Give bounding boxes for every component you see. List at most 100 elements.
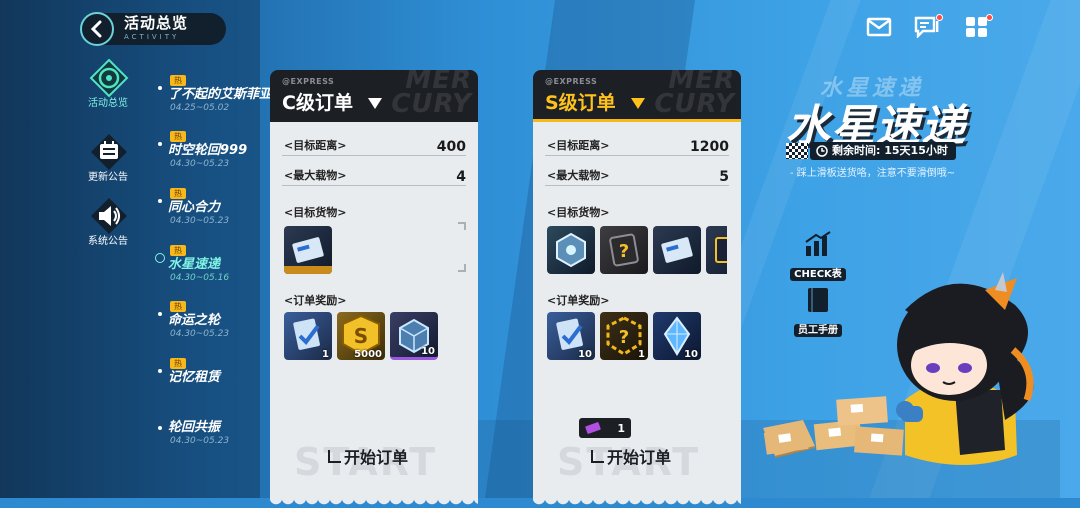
- event-name: 了不起的艾斯菲亚: [168, 87, 273, 102]
- reward-count: 1: [638, 349, 645, 360]
- start-arrow-icon: [328, 449, 341, 463]
- reward-count: 10: [684, 349, 698, 360]
- nav-update-notice[interactable]: 更新公告: [78, 132, 138, 184]
- event-date: 04.25~05.02: [170, 103, 230, 113]
- event-name: 时空轮回999: [168, 143, 248, 158]
- event-item[interactable]: 热 记忆租赁: [158, 351, 288, 386]
- svg-text:S: S: [354, 324, 368, 348]
- event-date: 04.30~05.23: [170, 436, 230, 446]
- notification-dot: [936, 14, 943, 21]
- goods-item[interactable]: [706, 226, 727, 274]
- order-card-body: <目标距离> 1200 <最大载物> 5 <目标货物> ? <订单奖励> 10 …: [533, 122, 741, 508]
- list-dot: [158, 86, 162, 90]
- distance-row: <目标距离> 1200: [545, 136, 729, 156]
- extra-reward-badge[interactable]: 1: [579, 418, 631, 438]
- order-card-c: MER CURY @EXPRESS C级订单 <目标距离> 400 <最大载物>…: [270, 70, 478, 508]
- remaining-time: 剩余时间: 15天15小时: [810, 142, 956, 160]
- event-item[interactable]: 热 了不起的艾斯菲亚 04.25~05.02: [158, 68, 288, 114]
- list-dot: [158, 312, 162, 316]
- event-date: 04.30~05.23: [170, 216, 230, 226]
- character-illustration: [763, 272, 1034, 465]
- reward-list: 1 S 5000 10: [284, 312, 438, 360]
- order-card-header[interactable]: MER CURY @EXPRESS S级订单: [533, 70, 741, 122]
- hot-badge: 热: [170, 358, 186, 369]
- event-item[interactable]: 热 同心合力 04.30~05.23: [158, 181, 288, 227]
- express-label: @EXPRESS: [282, 77, 335, 86]
- list-dot: [158, 142, 162, 146]
- hot-badge: 热: [170, 245, 186, 256]
- svg-text:?: ?: [619, 241, 629, 262]
- reward-item[interactable]: 10: [547, 312, 595, 360]
- reward-count: 5000: [354, 349, 382, 360]
- order-card-s: MER CURY @EXPRESS S级订单 <目标距离> 1200 <最大载物…: [533, 70, 741, 508]
- chat-button[interactable]: [914, 14, 943, 39]
- goods-scroll[interactable]: ?: [547, 226, 727, 276]
- start-order-label: 开始订单: [344, 448, 409, 467]
- mail-button[interactable]: [866, 16, 892, 38]
- event-date: 04.30~05.23: [170, 159, 230, 169]
- nav-label: 更新公告: [88, 172, 128, 183]
- distance-value: 1200: [690, 139, 729, 155]
- card-watermark: MER CURY: [391, 70, 472, 119]
- start-order-label: 开始订单: [607, 448, 672, 467]
- order-card-header[interactable]: MER CURY @EXPRESS C级订单: [270, 70, 478, 122]
- reward-item[interactable]: 10: [390, 312, 438, 360]
- event-item-active[interactable]: 热 水星速递 04.30~05.16: [155, 238, 288, 284]
- reward-list: 10 ? 1 10: [547, 312, 701, 360]
- page-subtitle: ACTIVITY: [124, 33, 180, 41]
- start-arrow-icon: [591, 449, 604, 463]
- clock-icon: [816, 145, 828, 157]
- load-label: <最大载物>: [547, 169, 610, 182]
- goods-item[interactable]: [284, 226, 332, 274]
- event-item[interactable]: 轮回共振 04.30~05.23: [158, 420, 288, 447]
- distance-row: <目标距离> 400: [282, 136, 466, 156]
- reward-item[interactable]: S 5000: [337, 312, 385, 360]
- update-notice-icon: [89, 132, 127, 170]
- reward-label: <订单奖励>: [547, 294, 610, 307]
- back-button[interactable]: [80, 12, 114, 46]
- ticket-icon: [661, 237, 693, 263]
- hot-badge: 热: [170, 131, 186, 142]
- activity-icon: [89, 58, 129, 98]
- remaining-time-text: 剩余时间: 15天15小时: [832, 144, 948, 157]
- event-name: 水星速递: [168, 257, 221, 272]
- load-value: 4: [456, 169, 466, 185]
- nav-system-notice[interactable]: 系统公告: [78, 196, 138, 248]
- goods-item[interactable]: [653, 226, 701, 274]
- hot-badge: 热: [170, 75, 186, 86]
- goods-item[interactable]: [547, 226, 595, 274]
- dropdown-arrow-icon: [368, 98, 382, 109]
- card-goods-icon: [715, 237, 727, 263]
- list-dot: [158, 369, 162, 373]
- mystery-box-icon: ?: [609, 233, 639, 267]
- reward-item[interactable]: ? 1: [600, 312, 648, 360]
- reward-label: <订单奖励>: [284, 294, 347, 307]
- distance-label: <目标距离>: [547, 139, 610, 152]
- goods-list: ?: [547, 226, 727, 274]
- page-title: 活动总览: [124, 14, 189, 32]
- event-name: 命运之轮: [168, 313, 221, 328]
- svg-text:?: ?: [619, 327, 629, 348]
- start-order-button[interactable]: 开始订单: [591, 444, 671, 468]
- nav-activity-overview[interactable]: 活动总览: [78, 58, 138, 110]
- nav-label: 活动总览: [88, 98, 128, 109]
- goods-label: <目标货物>: [284, 206, 347, 219]
- distance-label: <目标距离>: [284, 139, 347, 152]
- reward-count: 10: [578, 349, 592, 360]
- event-date: 04.30~05.23: [170, 329, 230, 339]
- reward-item[interactable]: 1: [284, 312, 332, 360]
- event-item[interactable]: 热 时空轮回999 04.30~05.23: [158, 124, 288, 170]
- reward-count: 1: [322, 349, 329, 360]
- speaker-icon: [89, 196, 127, 234]
- reward-count: 10: [421, 346, 435, 357]
- event-item[interactable]: 热 命运之轮 04.30~05.23: [158, 294, 288, 340]
- load-row: <最大载物> 4: [282, 166, 466, 186]
- list-dot: [158, 199, 162, 203]
- notification-dot: [986, 14, 993, 21]
- goods-item[interactable]: ?: [600, 226, 648, 274]
- reward-item[interactable]: 10: [653, 312, 701, 360]
- menu-button[interactable]: [964, 14, 993, 38]
- goods-label: <目标货物>: [547, 206, 610, 219]
- start-order-button[interactable]: 开始订单: [328, 444, 408, 468]
- character: [896, 272, 1034, 465]
